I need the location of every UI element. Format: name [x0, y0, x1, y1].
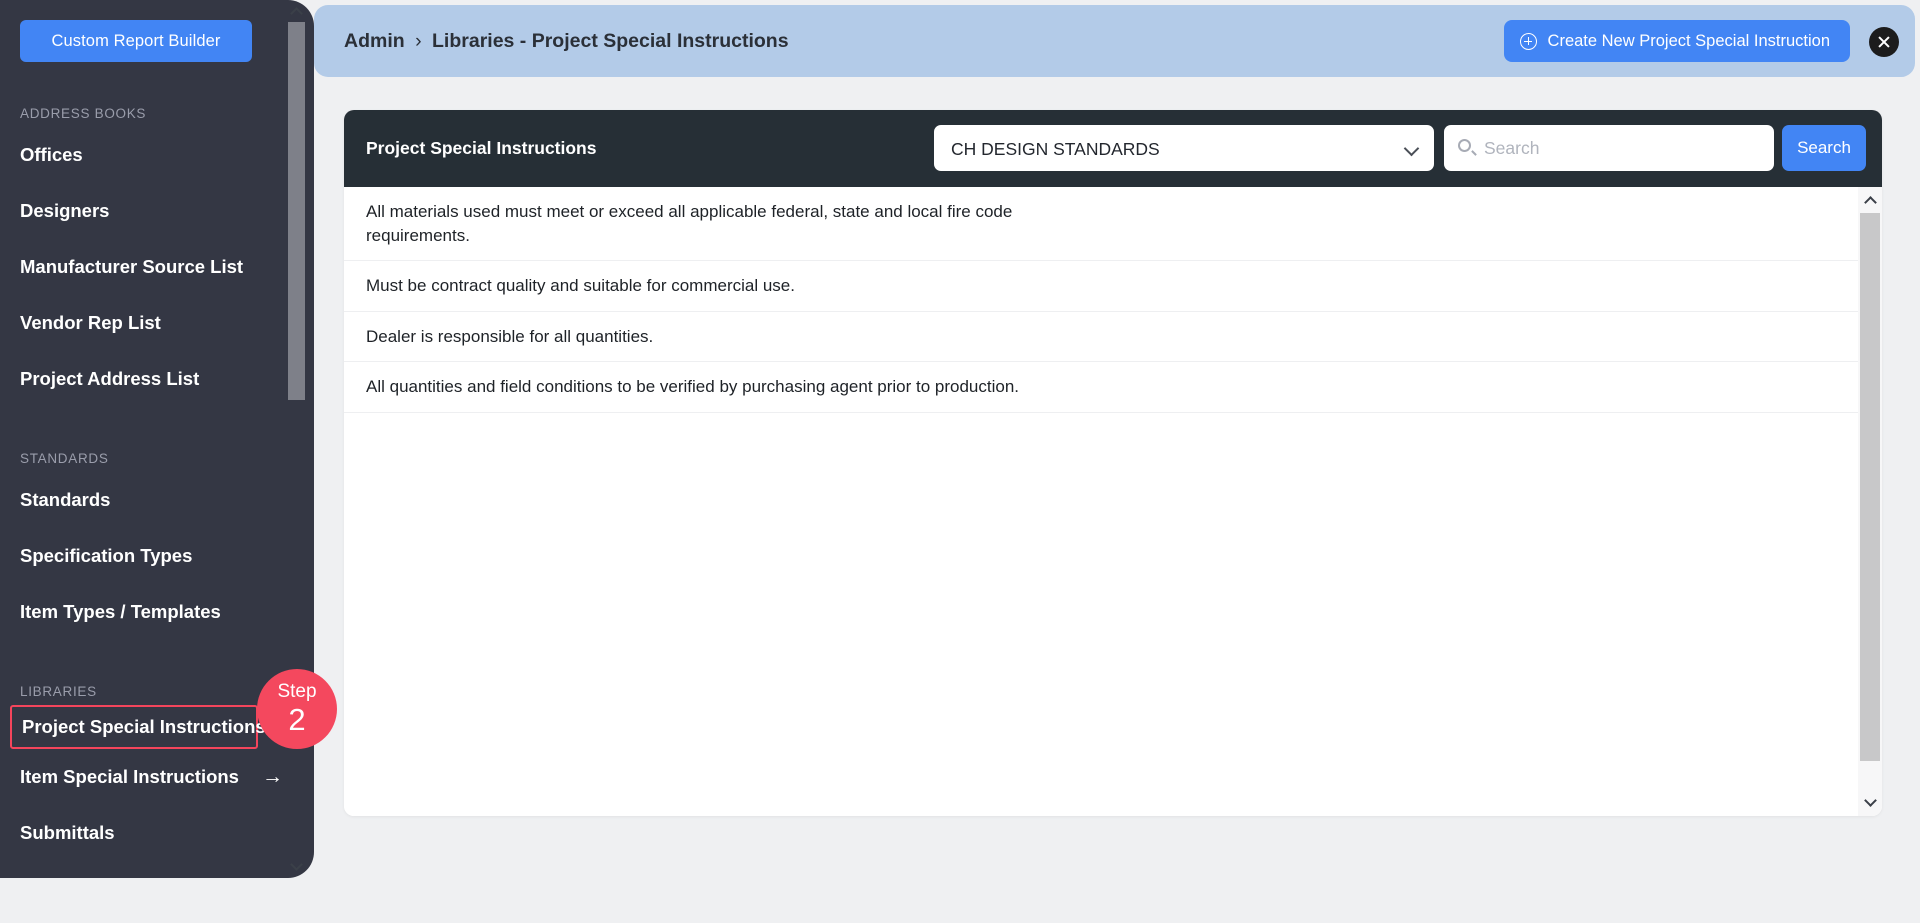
sidebar-item-designers[interactable]: Designers [20, 183, 314, 239]
chevron-down-icon [290, 858, 303, 871]
sidebar-item-label: Project Address List [20, 368, 200, 389]
sidebar-item-vendor-rep-list[interactable]: Vendor Rep List [20, 295, 314, 351]
chevron-up-icon [290, 7, 303, 20]
list-item-text: Must be contract quality and suitable fo… [366, 276, 795, 295]
sidebar-item-label: Offices [20, 144, 83, 165]
sidebar-item-project-special-instructions[interactable]: Project Special Instructions [10, 705, 266, 749]
breadcrumb-root[interactable]: Admin [344, 30, 405, 52]
create-new-project-special-instruction-button[interactable]: Create New Project Special Instruction [1503, 20, 1850, 62]
card-scroll-up-button[interactable] [1858, 187, 1882, 213]
list-item-text: Dealer is responsible for all quantities… [366, 326, 654, 346]
sidebar-item-label: Manufacturer Source List [20, 256, 244, 277]
breadcrumb-separator-icon: › [415, 30, 422, 52]
admin-sidebar: Custom Report Builder ADDRESS BOOKS Offi… [0, 0, 314, 878]
standards-select[interactable]: CH DESIGN STANDARDS [934, 125, 1434, 171]
close-circle-icon[interactable] [1869, 27, 1899, 57]
search-field-wrapper [1444, 125, 1774, 171]
project-special-instructions-card: Project Special Instructions CH DESIGN S… [344, 110, 1882, 816]
arrow-right-icon: → [262, 765, 283, 788]
sidebar-item-label: Project Special Instructions [22, 716, 266, 737]
instructions-list: All materials used must meet or exceed a… [344, 187, 1882, 816]
sidebar-item-offices[interactable]: Offices [20, 127, 314, 183]
custom-report-builder-button[interactable]: Custom Report Builder [20, 20, 252, 62]
standards-select-value: CH DESIGN STANDARDS [951, 139, 1160, 159]
page-header-bar: Admin › Libraries - Project Special Inst… [314, 5, 1915, 77]
search-button[interactable]: Search [1782, 125, 1866, 171]
sidebar-item-manufacturer-source-list[interactable]: Manufacturer Source List [20, 239, 314, 295]
sidebar-item-label: Specification Types [20, 545, 193, 566]
step-badge-number: 2 [288, 702, 306, 737]
card-header: Project Special Instructions CH DESIGN S… [344, 110, 1882, 187]
sidebar-item-label: Item Special Instructions [20, 766, 239, 787]
card-scrollbar[interactable] [1858, 187, 1882, 816]
search-input[interactable] [1484, 125, 1764, 171]
step-badge-word: Step [277, 681, 317, 702]
list-item[interactable]: Must be contract quality and suitable fo… [344, 261, 1882, 312]
card-title: Project Special Instructions [366, 138, 597, 158]
sidebar-item-standards[interactable]: Standards [20, 472, 314, 528]
step-badge: Step 2 [257, 669, 337, 749]
sidebar-item-item-special-instructions[interactable]: Item Special Instructions → [20, 749, 314, 805]
sidebar-scroll-down-icon[interactable] [288, 856, 305, 878]
sidebar-group-label-address-books: ADDRESS BOOKS [20, 106, 147, 121]
sidebar-scroll-content: Custom Report Builder ADDRESS BOOKS Offi… [0, 0, 314, 878]
create-button-label: Create New Project Special Instruction [1547, 31, 1830, 50]
plus-circle-icon [1519, 32, 1537, 50]
sidebar-item-label: Standards [20, 489, 111, 510]
search-icon [1458, 139, 1471, 152]
list-item[interactable]: All quantities and field conditions to b… [344, 362, 1882, 413]
sidebar-group-label-standards: STANDARDS [20, 451, 109, 466]
chevron-up-icon [1863, 196, 1877, 209]
sidebar-item-label: Item Types / Templates [20, 601, 221, 622]
list-item-text: All quantities and field conditions to b… [366, 377, 1020, 396]
list-item[interactable]: All materials used must meet or exceed a… [344, 187, 1882, 261]
breadcrumb: Admin › Libraries - Project Special Inst… [344, 5, 789, 77]
chevron-down-icon [1403, 140, 1420, 157]
sidebar-item-item-types-templates[interactable]: Item Types / Templates [20, 584, 314, 640]
sidebar-scroll-up-icon[interactable] [288, 0, 305, 22]
sidebar-item-label: Designers [20, 200, 110, 221]
sidebar-item-project-address-list[interactable]: Project Address List [20, 351, 314, 407]
sidebar-item-specification-types[interactable]: Specification Types [20, 528, 314, 584]
sidebar-item-submittals[interactable]: Submittals [20, 805, 314, 861]
chevron-down-icon [1863, 794, 1877, 807]
list-item-text: All materials used must meet or exceed a… [366, 202, 1013, 245]
sidebar-item-units-of-measure[interactable]: Units of Measure [20, 861, 314, 878]
sidebar-item-label: Vendor Rep List [20, 312, 161, 333]
sidebar-item-label: Submittals [20, 822, 115, 843]
sidebar-scrollbar-thumb[interactable] [288, 22, 305, 400]
list-item[interactable]: Dealer is responsible for all quantities… [344, 312, 1882, 362]
card-scroll-down-button[interactable] [1858, 790, 1882, 816]
card-scrollbar-thumb[interactable] [1860, 213, 1880, 761]
breadcrumb-current: Libraries - Project Special Instructions [432, 30, 789, 52]
